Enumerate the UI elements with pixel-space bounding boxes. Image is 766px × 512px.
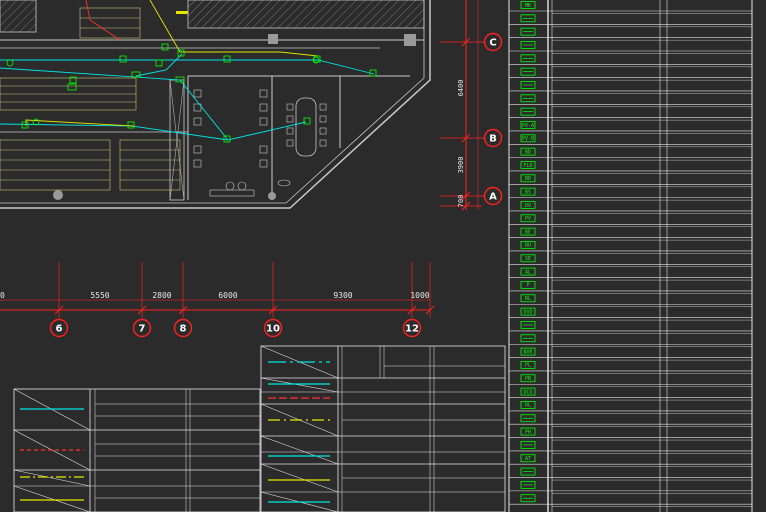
legend-symbol-code: BD bbox=[525, 176, 531, 182]
column bbox=[404, 34, 416, 46]
outer-wall-inner bbox=[0, 0, 425, 204]
column bbox=[268, 34, 278, 44]
legend-symbol-code: FLD bbox=[523, 163, 532, 169]
hatched-zone-topleft bbox=[0, 0, 37, 33]
legend-symbol-code: AL bbox=[525, 269, 531, 275]
grid-axis-label: A bbox=[489, 192, 497, 203]
legend-symbols: MK PV-A PV-B BD FLD BD BS DV PV BE BU SE AL P RL DVD NVR… bbox=[520, 1, 536, 503]
hatched-zone-top bbox=[187, 0, 425, 29]
grid-axis-label: 6 bbox=[56, 324, 63, 335]
grid-axis-label: B bbox=[489, 134, 497, 145]
vehicle-symbol bbox=[277, 179, 291, 187]
grid-axis-label: 10 bbox=[266, 324, 280, 335]
yellow-tag bbox=[176, 11, 188, 14]
linetype-table-right bbox=[260, 345, 506, 512]
column-round bbox=[53, 190, 63, 200]
column-round bbox=[268, 192, 276, 200]
legend-symbol-code: BU bbox=[525, 243, 531, 249]
legend-symbol-code: MK bbox=[525, 3, 531, 9]
legend-symbol-code: BE bbox=[525, 229, 531, 235]
seating-block-upper bbox=[0, 77, 137, 111]
legend-symbol-code: RL bbox=[525, 403, 531, 409]
grid-axis-label: C bbox=[489, 38, 496, 49]
linetype-samples-left bbox=[20, 408, 84, 501]
dimension-value: 6400 bbox=[457, 80, 465, 97]
legend-symbol-code: RL bbox=[525, 296, 531, 302]
dimension-value: 5550 bbox=[90, 291, 109, 300]
grid-bubbles-vertical: 6 7 8 10 12 bbox=[49, 318, 422, 338]
dimension-value: 3900 bbox=[457, 157, 465, 174]
legend-symbol-code: PV-A bbox=[522, 123, 534, 129]
grid-axis-label: 12 bbox=[405, 324, 419, 335]
lounge-furniture bbox=[209, 181, 255, 197]
legend-table bbox=[508, 0, 753, 512]
legend-symbol-code: DCU bbox=[523, 389, 532, 395]
dimension-value: 2800 bbox=[152, 291, 171, 300]
floor-plan bbox=[0, 0, 431, 209]
legend-symbol-code: DVD bbox=[523, 309, 532, 315]
device-markers bbox=[6, 43, 377, 143]
legend-symbol-code: PH bbox=[525, 429, 531, 435]
grid-bubbles-horizontal: C B A bbox=[482, 32, 503, 206]
legend-symbol-code: PV-B bbox=[522, 136, 534, 142]
legend-symbol-code: PL bbox=[525, 363, 531, 369]
chairs bbox=[193, 89, 327, 168]
dimension-value: 6000 bbox=[218, 291, 237, 300]
dimension-value: 1000 bbox=[410, 291, 429, 300]
legend-symbol-code: PV bbox=[525, 216, 531, 222]
dimension-value: 700 bbox=[457, 195, 465, 208]
linetype-samples-right bbox=[268, 361, 330, 503]
dimension-value: 0 bbox=[0, 291, 5, 300]
cad-drawing-canvas[interactable]: 0 5550 2800 6000 9300 1000 6400 3900 700 C B A 6 7… bbox=[0, 0, 766, 512]
grid-axis-label: 8 bbox=[180, 324, 187, 335]
vertical-dimension-line: 6400 3900 700 bbox=[440, 0, 482, 211]
dimension-value: 9300 bbox=[333, 291, 352, 300]
seating-block-lower bbox=[0, 139, 181, 191]
legend-symbol-code: AT bbox=[525, 456, 531, 462]
legend-symbol-code: BD bbox=[525, 149, 531, 155]
legend-symbol-code: BS bbox=[525, 189, 531, 195]
legend-symbol-code: P bbox=[526, 283, 529, 289]
legend-symbol-code: DV bbox=[525, 203, 531, 209]
legend-symbol-code: SE bbox=[525, 256, 531, 262]
horizontal-dimension-line: 0 5550 2800 6000 9300 1000 bbox=[0, 262, 435, 318]
outer-wall bbox=[0, 0, 431, 209]
legend-symbol-code: NVR bbox=[523, 349, 533, 355]
conference-table bbox=[295, 97, 317, 157]
grid-axis-label: 7 bbox=[139, 324, 146, 335]
legend-symbol-code: PB bbox=[525, 376, 531, 382]
